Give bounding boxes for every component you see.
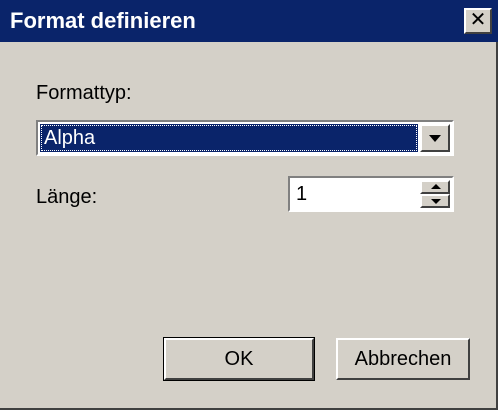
window-title: Format definieren: [10, 8, 196, 33]
spin-down-icon: [431, 199, 441, 204]
spin-down-button[interactable]: [420, 194, 450, 208]
close-icon: ✕: [469, 9, 487, 31]
cancel-button[interactable]: Abbrechen: [336, 338, 470, 380]
spin-up-icon: [431, 184, 441, 189]
dialog-window: Format definieren ✕ Formattyp: Alpha Län…: [0, 0, 498, 410]
format-type-dropdown[interactable]: Alpha: [36, 120, 454, 156]
dropdown-button[interactable]: [420, 124, 450, 152]
format-type-label: Formattyp:: [36, 82, 132, 104]
close-button[interactable]: ✕: [464, 8, 492, 34]
ok-button[interactable]: OK: [163, 337, 315, 381]
length-input[interactable]: [292, 180, 420, 208]
length-stepper[interactable]: [288, 176, 454, 212]
title-bar: Format definieren ✕: [0, 0, 498, 42]
length-label: Länge:: [36, 186, 98, 208]
format-type-selected-value[interactable]: Alpha: [40, 124, 418, 152]
chevron-down-icon: [429, 135, 441, 142]
spin-up-button[interactable]: [420, 180, 450, 194]
